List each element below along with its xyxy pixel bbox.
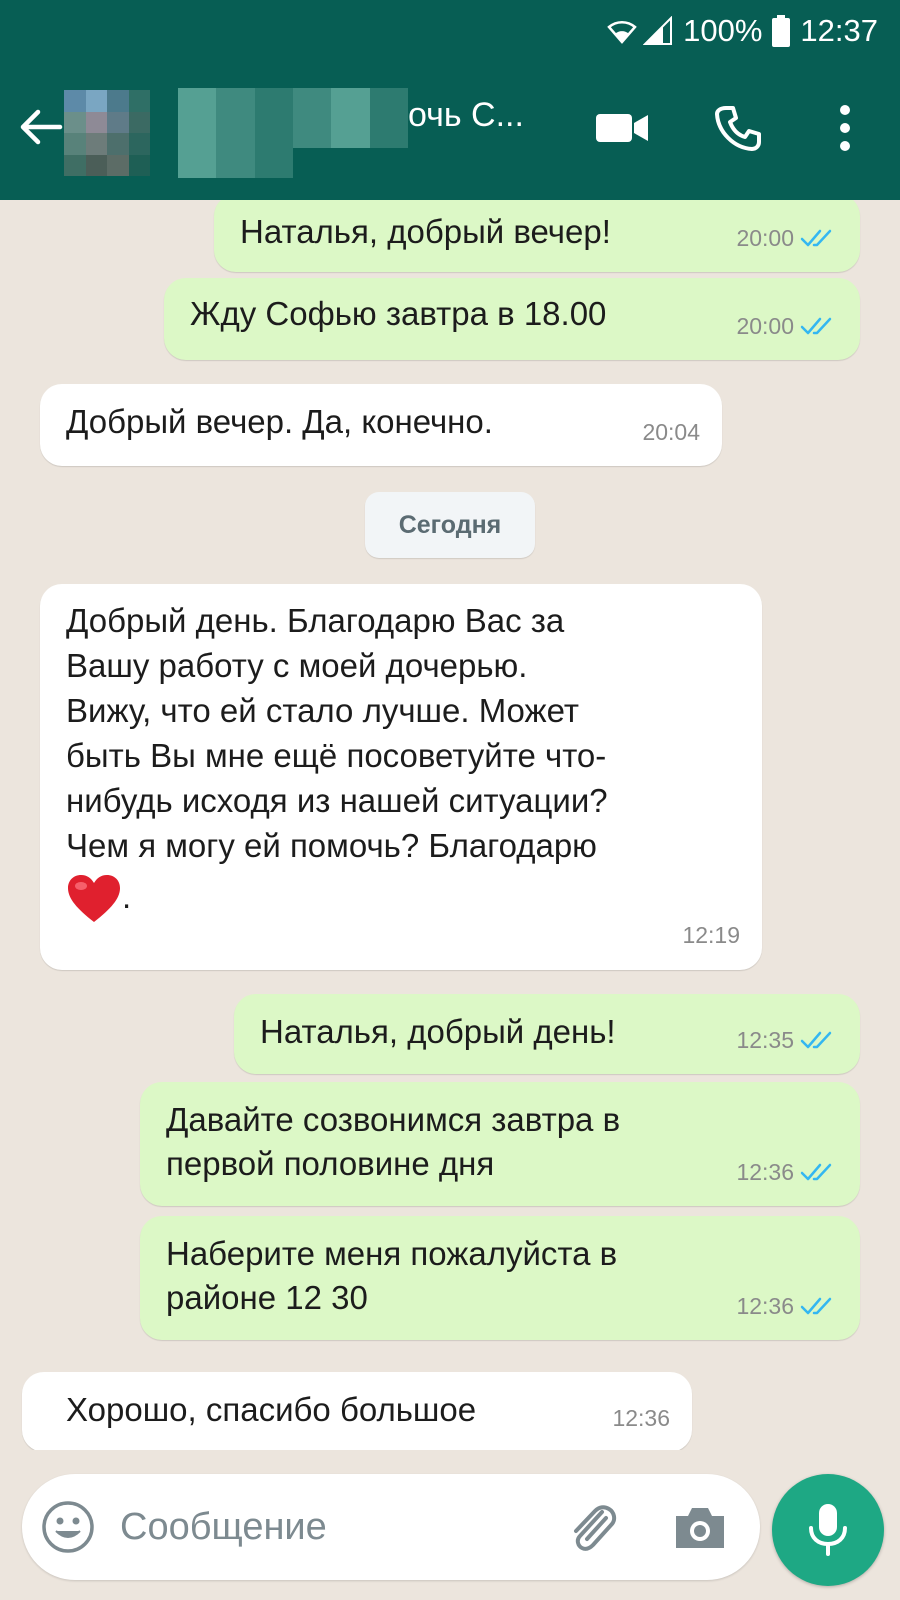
status-bar: 100% 12:37 xyxy=(0,0,900,62)
message-composer xyxy=(22,1474,760,1580)
message-line: Чем я могу ей помочь? Благодарю xyxy=(66,827,597,864)
message-text: Добрый вечер. Да, конечно. xyxy=(66,403,493,440)
clock: 12:37 xyxy=(800,13,878,48)
message-line: Вижу, что ей стало лучше. Может xyxy=(66,692,579,729)
double-check-read-icon xyxy=(800,1031,832,1049)
message-line: Добрый день. Благодарю Вас за xyxy=(66,602,565,639)
voice-message-button[interactable] xyxy=(772,1474,884,1586)
message-meta: 12:36 xyxy=(612,1396,670,1440)
message-time: 12:19 xyxy=(682,922,740,948)
battery-icon xyxy=(772,15,791,47)
paperclip-icon[interactable] xyxy=(562,1498,622,1558)
message-incoming[interactable]: Хорошо, спасибо большое 12:36 xyxy=(22,1372,692,1450)
message-line: Давайте созвонимся завтра в xyxy=(166,1101,621,1138)
message-line: Вашу работу с моей дочерью. xyxy=(66,647,528,684)
message-time: 20:00 xyxy=(736,313,794,339)
signal-indicators xyxy=(605,16,673,46)
message-time: 12:36 xyxy=(736,1293,794,1319)
battery-percent: 100% xyxy=(683,13,763,48)
message-time: 12:36 xyxy=(736,1159,794,1185)
message-meta: 20:00 xyxy=(736,216,838,260)
message-meta: 20:00 xyxy=(736,304,838,348)
message-text: Наталья, добрый вечер! xyxy=(240,213,611,250)
message-line: районе 12 30 xyxy=(166,1279,368,1316)
message-incoming[interactable]: Добрый день. Благодарю Вас за Вашу работ… xyxy=(40,584,762,970)
back-arrow-icon[interactable] xyxy=(16,102,66,152)
double-check-read-icon xyxy=(800,1297,832,1315)
message-outgoing[interactable]: Наберите меня пожалуйста в районе 12 30 … xyxy=(140,1216,860,1340)
message-meta: 12:19 xyxy=(682,913,740,958)
more-options-icon[interactable] xyxy=(830,102,860,154)
message-time: 20:04 xyxy=(642,419,700,445)
message-list[interactable]: Наталья, добрый вечер! 20:00 Жду Софью з… xyxy=(0,200,900,1450)
message-line: Наберите меня пожалуйста в xyxy=(166,1235,618,1272)
red-heart-emoji-icon xyxy=(68,875,120,923)
message-meta: 20:04 xyxy=(642,410,700,454)
message-text: Наталья, добрый день! xyxy=(260,1013,616,1050)
microphone-icon xyxy=(809,1504,847,1556)
double-check-read-icon xyxy=(800,229,832,247)
chat-header: очь С... xyxy=(0,62,900,200)
message-meta: 12:36 xyxy=(736,1150,838,1194)
message-time: 12:36 xyxy=(612,1405,670,1431)
message-line: быть Вы мне ещё посоветуйте что- xyxy=(66,737,607,774)
camera-icon[interactable] xyxy=(672,1504,728,1552)
voice-call-icon[interactable] xyxy=(714,104,762,152)
contact-name[interactable]: очь С... xyxy=(408,96,524,135)
wifi-icon xyxy=(607,20,637,44)
date-divider: Сегодня xyxy=(365,492,535,558)
video-call-icon[interactable] xyxy=(594,108,650,148)
message-trailing-text: . xyxy=(122,878,132,915)
message-outgoing[interactable]: Наталья, добрый вечер! 20:00 xyxy=(214,200,860,272)
message-input[interactable] xyxy=(120,1494,540,1560)
message-time: 20:00 xyxy=(736,225,794,251)
message-outgoing[interactable]: Наталья, добрый день! 12:35 xyxy=(234,994,860,1074)
message-meta: 12:35 xyxy=(736,1018,838,1062)
message-text: Жду Софью завтра в 18.00 xyxy=(190,295,607,332)
message-line: нибудь исходя из нашей ситуации? xyxy=(66,782,608,819)
double-check-read-icon xyxy=(800,1163,832,1181)
cell-signal-icon xyxy=(643,16,673,45)
message-outgoing[interactable]: Давайте созвонимся завтра в первой полов… xyxy=(140,1082,860,1206)
message-line-emoji: . xyxy=(66,874,736,924)
message-text: Хорошо, спасибо большое xyxy=(66,1391,477,1428)
emoji-icon[interactable] xyxy=(40,1499,96,1555)
message-meta: 12:36 xyxy=(736,1284,838,1328)
message-outgoing[interactable]: Жду Софью завтра в 18.00 20:00 xyxy=(164,278,860,360)
contact-avatar[interactable] xyxy=(64,90,150,176)
message-time: 12:35 xyxy=(736,1027,794,1053)
contact-name-redacted[interactable] xyxy=(178,88,408,178)
double-check-read-icon xyxy=(800,317,832,335)
message-incoming[interactable]: Добрый вечер. Да, конечно. 20:04 xyxy=(40,384,722,466)
message-line: первой половине дня xyxy=(166,1145,495,1182)
